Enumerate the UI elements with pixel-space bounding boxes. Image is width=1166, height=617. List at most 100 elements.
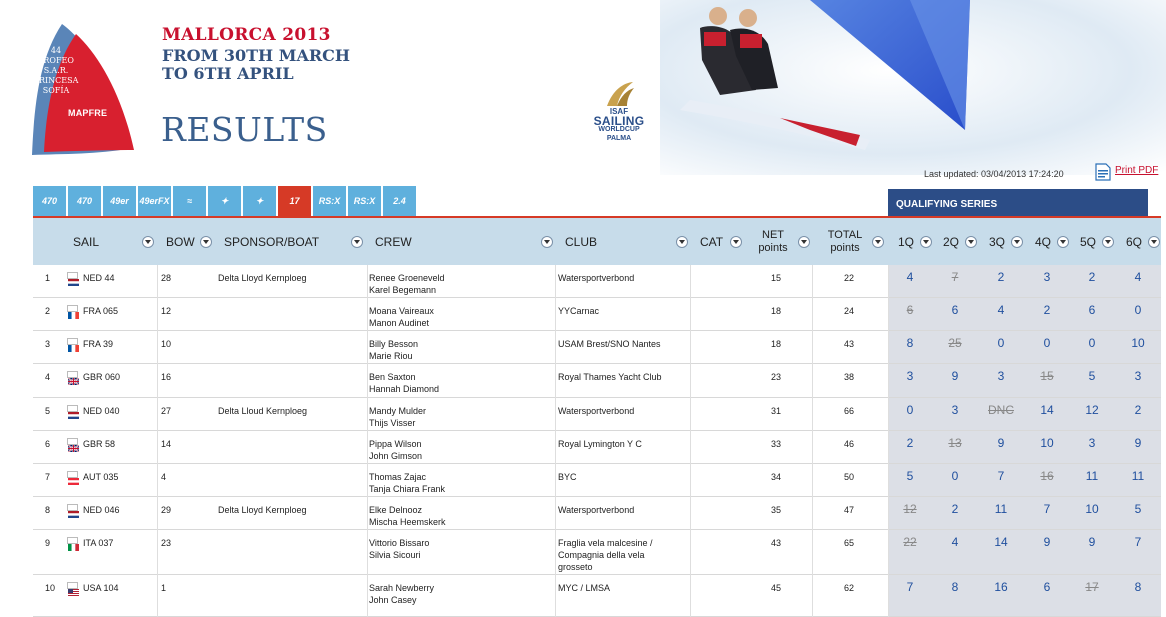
sort-race-4-button[interactable] (1057, 236, 1069, 248)
sort-net-button[interactable] (798, 236, 810, 248)
col-header-sponsor[interactable]: SPONSOR/BOAT (224, 218, 319, 265)
sort-bow-button[interactable] (200, 236, 212, 248)
sort-sail-button[interactable] (142, 236, 154, 248)
table-row[interactable]: 6 GBR 58 14 Pippa Wilson John Gimson Royal Ly… (33, 431, 1161, 464)
total-points-cell: 62 (844, 583, 855, 593)
class-tab-7[interactable]: 17 (278, 186, 311, 216)
col-header-sail[interactable]: SAIL (73, 218, 99, 265)
sort-race-1-button[interactable] (920, 236, 932, 248)
col-header-race-1[interactable]: 1Q (898, 218, 914, 265)
table-row[interactable]: 7 AUT 035 4 Thomas Zajac Tanja Chiara Frank B… (33, 464, 1161, 497)
sail-cell: FRA 065 (83, 306, 119, 316)
class-tab-3[interactable]: 49erFX (138, 186, 171, 216)
bow-cell: 16 (161, 372, 172, 382)
table-row[interactable]: 3 FRA 39 10 Billy Besson Marie Riou USAM Bres… (33, 331, 1161, 364)
class-tab-0[interactable]: 470 (33, 186, 66, 216)
total-points-cell: 46 (844, 439, 855, 449)
col-header-net[interactable]: NET points (751, 218, 795, 265)
race-score-4: 7 (1043, 502, 1051, 516)
flag-aut-icon (67, 471, 79, 485)
race-score-3: DNC (988, 403, 1014, 417)
sort-club-button[interactable] (676, 236, 688, 248)
table-row[interactable]: 5 NED 040 27 Delta Lloud Kernploeg Mandy Mul… (33, 398, 1161, 431)
column-divider (690, 265, 691, 617)
trofeo-sail-logo[interactable]: 44 TROFEO S.A.R. PRINCESA SOFÍA MAPFRE (24, 20, 139, 160)
page-title: RESULTS (161, 110, 328, 149)
print-pdf-label[interactable]: Print PDF (1115, 165, 1158, 176)
crew-member-cell: Manon Audinet (369, 318, 430, 328)
sort-race-2-button[interactable] (965, 236, 977, 248)
print-pdf-link[interactable]: Print PDF (1095, 163, 1166, 181)
sponsor-cell: Delta Lloyd Kernploeg (218, 505, 307, 515)
table-row[interactable]: 2 FRA 065 12 Moana Vaireaux Manon Audinet YYC… (33, 298, 1161, 331)
class-tab-4[interactable]: ≈ (173, 186, 206, 216)
sort-race-5-button[interactable] (1102, 236, 1114, 248)
net-points-cell: 23 (771, 372, 782, 382)
race-score-6: 4 (1134, 270, 1142, 284)
rank-cell: 9 (45, 538, 51, 548)
class-tab-1[interactable]: 470 (68, 186, 101, 216)
race-score-2: 0 (951, 469, 959, 483)
col-header-race-5[interactable]: 5Q (1080, 218, 1096, 265)
bow-cell: 28 (161, 273, 172, 283)
race-score-3: 7 (997, 469, 1005, 483)
race-score-1: 5 (906, 469, 914, 483)
race-score-4: 9 (1043, 535, 1051, 549)
sort-total-button[interactable] (872, 236, 884, 248)
club-cell: YYCarnac (558, 306, 600, 316)
flag-gbr-icon (67, 438, 80, 453)
col-header-race-2[interactable]: 2Q (943, 218, 959, 265)
race-score-5: 12 (1085, 403, 1099, 417)
table-row[interactable]: 10 USA 104 1 Sarah Newberry John Casey MYC / … (33, 575, 1161, 617)
crew-member-cell: Karel Begemann (369, 285, 437, 295)
class-tab-9[interactable]: RS:X (348, 186, 381, 216)
table-row[interactable]: 4 GBR 060 16 Ben Saxton Hannah Diamond Royal … (33, 364, 1161, 398)
class-tab-5[interactable]: ✦ (208, 186, 241, 216)
col-header-cat[interactable]: CAT (700, 218, 723, 265)
sail-cell: NED 046 (83, 505, 120, 515)
race-score-2: 9 (951, 369, 959, 383)
sort-race-3-button[interactable] (1011, 236, 1023, 248)
col-header-bow[interactable]: BOW (166, 218, 195, 265)
sort-race-6-button[interactable] (1148, 236, 1160, 248)
sort-crew-button[interactable] (541, 236, 553, 248)
crew-member-cell: Moana Vaireaux (369, 306, 434, 316)
col-header-race-4[interactable]: 4Q (1035, 218, 1051, 265)
sort-cat-button[interactable] (730, 236, 742, 248)
race-score-1: 2 (906, 436, 914, 450)
class-tab-2[interactable]: 49er (103, 186, 136, 216)
net-points-cell: 35 (771, 505, 782, 515)
isaf-worldcup-logo[interactable]: ISAF SAILING WORLDCUP PALMA (587, 80, 651, 142)
bow-cell: 23 (161, 538, 172, 548)
col-header-race-6[interactable]: 6Q (1126, 218, 1142, 265)
net-points-cell: 18 (771, 306, 782, 316)
col-header-crew[interactable]: CREW (375, 218, 412, 265)
mapfre-brand: MAPFRE (68, 108, 108, 118)
column-divider (555, 265, 556, 617)
race-score-3: 9 (997, 436, 1005, 450)
table-row[interactable]: 9 ITA 037 23 Vittorio Bissaro Silvia Sicouri… (33, 530, 1161, 575)
class-tab-8[interactable]: RS:X (313, 186, 346, 216)
race-score-1: 0 (906, 403, 914, 417)
col-header-total[interactable]: TOTAL points (821, 218, 869, 265)
last-updated-text: Last updated: 03/04/2013 17:24:20 (924, 169, 1064, 179)
club-cell: Fraglia vela malcesine / (558, 538, 653, 548)
race-score-2: 7 (951, 270, 959, 284)
col-header-club[interactable]: CLUB (565, 218, 597, 265)
rank-cell: 4 (45, 372, 51, 382)
sort-sponsor-button[interactable] (351, 236, 363, 248)
hero-sailing-photo (660, 0, 1166, 175)
total-points-cell: 22 (844, 273, 855, 283)
race-score-5: 2 (1088, 270, 1096, 284)
race-score-6: 10 (1131, 336, 1145, 350)
class-tab-10[interactable]: 2.4 (383, 186, 416, 216)
race-score-6: 7 (1134, 535, 1142, 549)
sail-cell: NED 44 (83, 273, 115, 283)
event-date-line1: FROM 30TH MARCH (162, 46, 351, 65)
class-tab-6[interactable]: ✦ (243, 186, 276, 216)
table-row[interactable]: 1 NED 44 28 Delta Lloyd Kernploeg Renee Groe… (33, 265, 1161, 298)
race-score-3: 14 (994, 535, 1008, 549)
race-score-4: 15 (1040, 369, 1054, 383)
col-header-race-3[interactable]: 3Q (989, 218, 1005, 265)
table-row[interactable]: 8 NED 046 29 Delta Lloyd Kernploeg Elke Deln… (33, 497, 1161, 530)
